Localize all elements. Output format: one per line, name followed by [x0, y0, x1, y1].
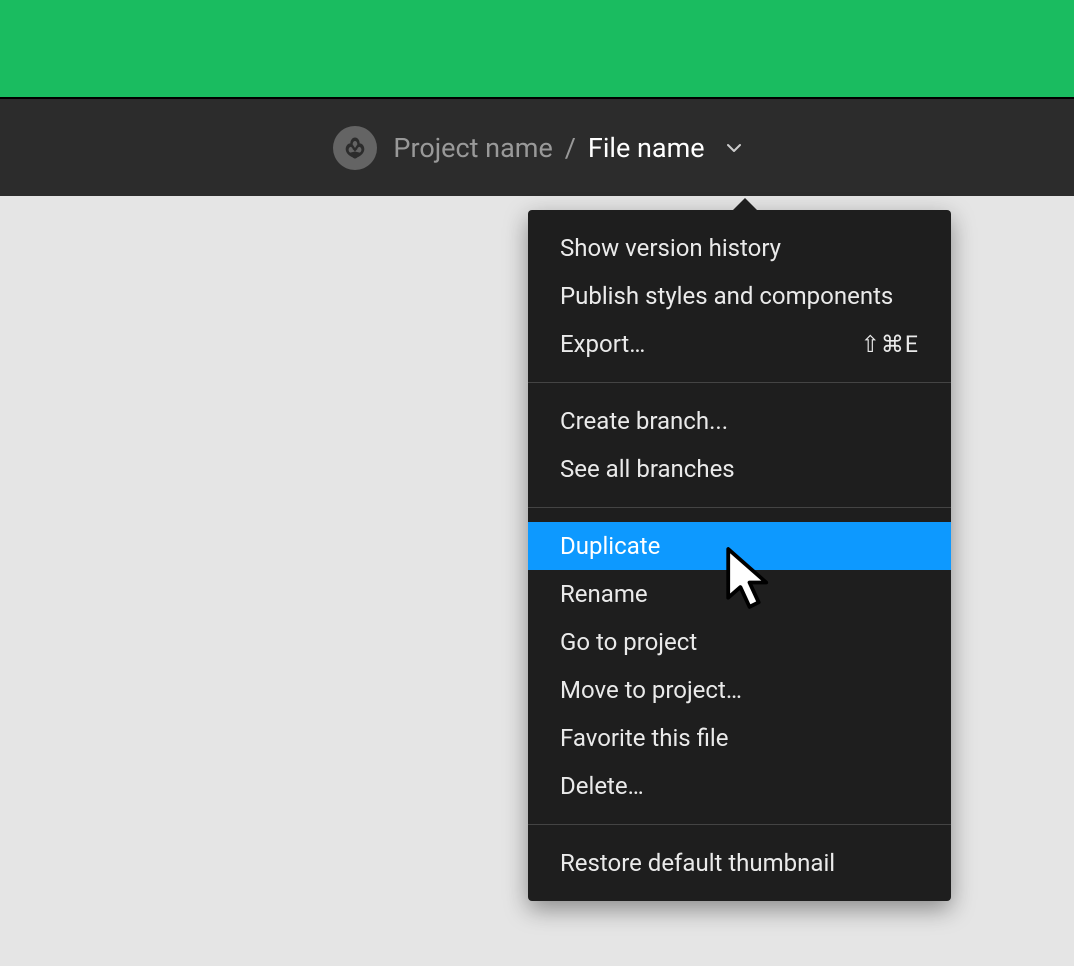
header-bar: Project name / File name: [0, 97, 1074, 196]
menu-item-label: Create branch...: [560, 407, 728, 435]
menu-item-rename[interactable]: Rename: [528, 570, 951, 618]
breadcrumb: Project name / File name: [393, 132, 740, 164]
menu-item-label: See all branches: [560, 455, 735, 483]
menu-item-label: Export…: [560, 330, 645, 358]
canvas-area[interactable]: Show version history Publish styles and …: [0, 196, 1074, 966]
file-dropdown-menu: Show version history Publish styles and …: [528, 210, 951, 901]
menu-item-favorite[interactable]: Favorite this file: [528, 714, 951, 762]
menu-divider: [528, 507, 951, 508]
file-name-label[interactable]: File name: [588, 132, 705, 164]
menu-item-label: Favorite this file: [560, 724, 729, 752]
menu-item-export[interactable]: Export… ⇧⌘E: [528, 320, 951, 368]
menu-divider: [528, 824, 951, 825]
menu-item-publish-styles[interactable]: Publish styles and components: [528, 272, 951, 320]
menu-item-label: Show version history: [560, 234, 781, 262]
menu-item-restore-thumbnail[interactable]: Restore default thumbnail: [528, 839, 951, 887]
menu-item-label: Restore default thumbnail: [560, 849, 835, 877]
menu-item-label: Move to project…: [560, 676, 742, 704]
menu-item-duplicate[interactable]: Duplicate: [528, 522, 951, 570]
menu-item-label: Publish styles and components: [560, 282, 893, 310]
menu-item-version-history[interactable]: Show version history: [528, 224, 951, 272]
breadcrumb-separator: /: [565, 132, 576, 164]
menu-item-label: Duplicate: [560, 532, 660, 560]
menu-divider: [528, 382, 951, 383]
menu-item-go-to-project[interactable]: Go to project: [528, 618, 951, 666]
menu-item-shortcut: ⇧⌘E: [861, 331, 919, 358]
menu-item-move-to-project[interactable]: Move to project…: [528, 666, 951, 714]
menu-item-label: Rename: [560, 580, 648, 608]
project-icon[interactable]: [333, 126, 377, 170]
menu-item-see-branches[interactable]: See all branches: [528, 445, 951, 493]
menu-item-create-branch[interactable]: Create branch...: [528, 397, 951, 445]
top-banner: [0, 0, 1074, 97]
menu-item-label: Go to project: [560, 628, 697, 656]
chevron-down-icon[interactable]: [727, 143, 741, 153]
menu-item-delete[interactable]: Delete…: [528, 762, 951, 810]
menu-item-label: Delete…: [560, 772, 644, 800]
project-name-label[interactable]: Project name: [393, 132, 552, 164]
